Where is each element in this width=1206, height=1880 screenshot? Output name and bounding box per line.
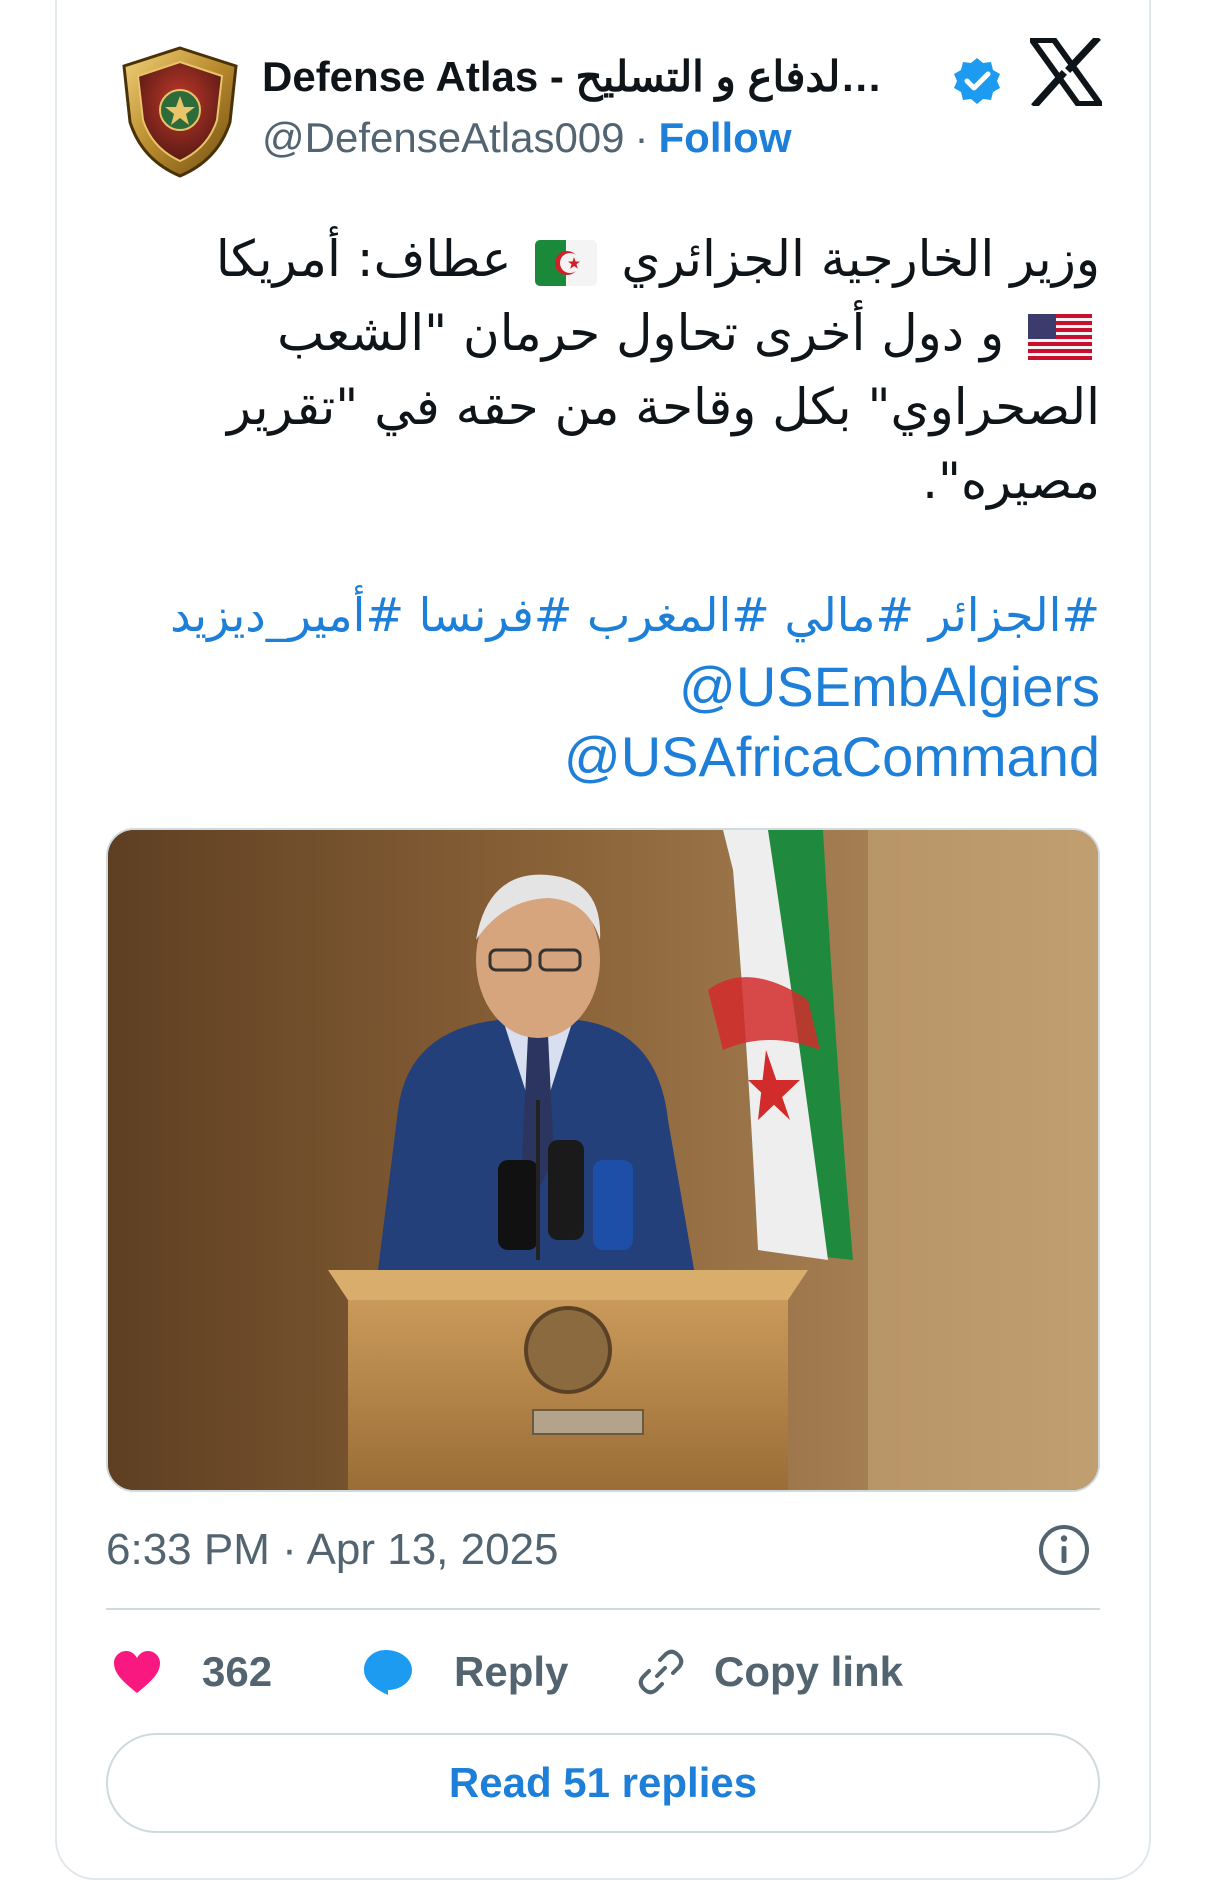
link-icon bbox=[638, 1649, 684, 1695]
tweet-photo[interactable] bbox=[106, 828, 1100, 1492]
divider bbox=[106, 1608, 1100, 1610]
copy-link-button[interactable]: Copy link bbox=[636, 1642, 903, 1702]
avatar[interactable] bbox=[118, 44, 243, 179]
us-flag-emoji bbox=[1028, 313, 1092, 360]
read-replies-button[interactable]: Read 51 replies bbox=[106, 1733, 1100, 1833]
author-name[interactable]: Defense Atlas - لدفاع و التسليح… bbox=[262, 52, 882, 102]
reply-bubble-icon bbox=[364, 1650, 412, 1695]
mention-usembalgiers[interactable]: @USEmbAlgiers bbox=[679, 652, 1100, 722]
like-button[interactable]: 362 bbox=[112, 1642, 272, 1702]
verified-badge-icon bbox=[954, 58, 1000, 104]
reply-button[interactable]: Reply bbox=[362, 1642, 568, 1702]
algeria-flag-emoji bbox=[535, 239, 598, 286]
tweet-text-part2: عطاف: أمريكا bbox=[215, 230, 512, 288]
author-handle[interactable]: @DefenseAtlas009 bbox=[262, 114, 625, 161]
mention-usafricacommand[interactable]: @USAfricaCommand bbox=[564, 722, 1100, 792]
x-logo-icon[interactable] bbox=[1030, 38, 1102, 106]
author-handle-row: @DefenseAtlas009 · Follow bbox=[262, 113, 792, 163]
tweet-text-part3: و دول أخرى تحاول حرمان "الشعب الصحراوي" … bbox=[227, 304, 1100, 510]
separator: · bbox=[634, 114, 649, 161]
follow-button[interactable]: Follow bbox=[659, 114, 792, 161]
heart-icon bbox=[114, 1651, 160, 1693]
tweet-text-part1: وزير الخارجية الجزائري bbox=[621, 230, 1100, 288]
tweet-timestamp[interactable]: 6:33 PM · Apr 13, 2025 bbox=[106, 1522, 559, 1578]
hashtag-list[interactable]: #الجزائر #مالي #المغرب #فرنسا #أمير_ديزي… bbox=[150, 580, 1100, 650]
reply-label: Reply bbox=[454, 1648, 569, 1695]
info-icon[interactable] bbox=[1036, 1522, 1092, 1578]
copy-link-label: Copy link bbox=[714, 1648, 904, 1695]
like-count: 362 bbox=[202, 1648, 273, 1695]
tweet-text: وزير الخارجية الجزائري عطاف: أمريكا و دو… bbox=[150, 222, 1100, 518]
